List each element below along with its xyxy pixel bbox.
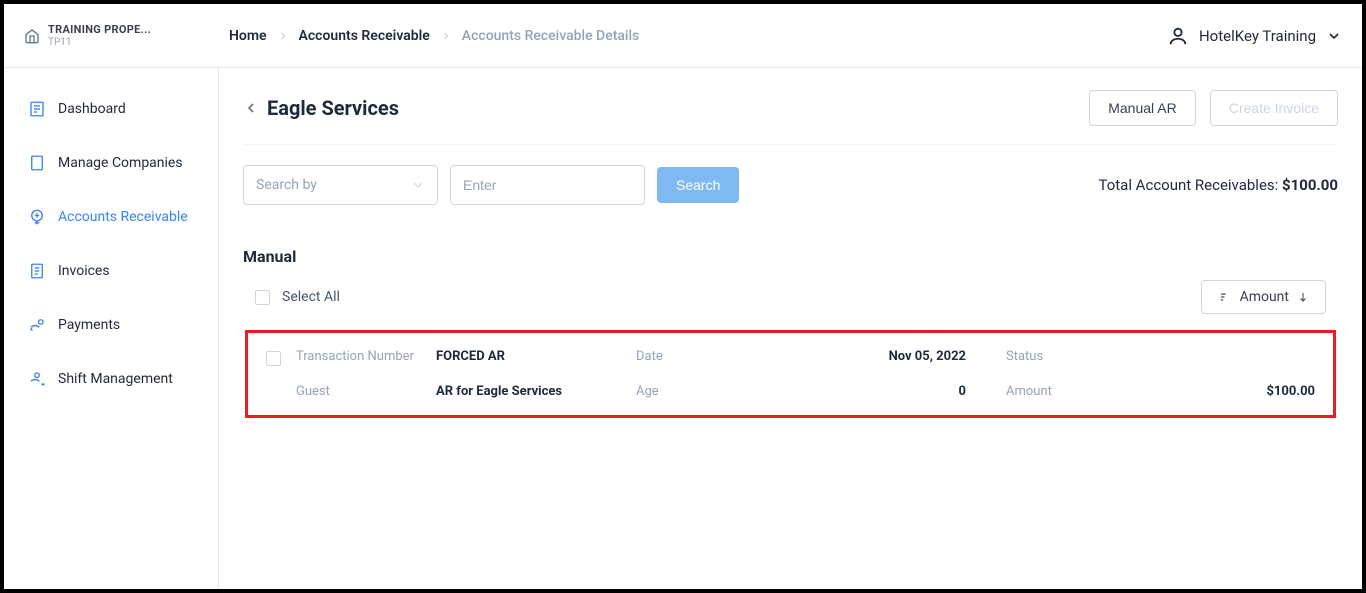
topbar: TRAINING PROPE... TP11 Home Accounts Rec… bbox=[4, 4, 1362, 68]
sidebar: Dashboard Manage Companies Accounts Rece… bbox=[4, 68, 219, 589]
select-all-checkbox[interactable] bbox=[255, 290, 270, 305]
payments-icon bbox=[28, 316, 46, 334]
breadcrumb: Home Accounts Receivable Accounts Receiv… bbox=[229, 28, 1167, 44]
amount-label: Amount bbox=[966, 384, 1046, 399]
crumb-home[interactable]: Home bbox=[229, 28, 267, 44]
sidebar-item-accounts-receivable[interactable]: Accounts Receivable bbox=[4, 190, 218, 244]
age-value: 0 bbox=[746, 384, 966, 399]
sort-label: Amount bbox=[1240, 289, 1289, 305]
search-input[interactable] bbox=[450, 165, 645, 205]
sidebar-item-label: Manage Companies bbox=[58, 155, 183, 171]
arrow-down-icon bbox=[1297, 291, 1309, 303]
manual-ar-button[interactable]: Manual AR bbox=[1089, 90, 1195, 126]
invoice-icon bbox=[28, 262, 46, 280]
record-checkbox[interactable] bbox=[266, 351, 281, 366]
sidebar-item-invoices[interactable]: Invoices bbox=[4, 244, 218, 298]
chevron-down-icon bbox=[411, 178, 425, 192]
sort-button[interactable]: Amount bbox=[1201, 280, 1326, 314]
amount-value: $100.00 bbox=[1046, 384, 1315, 399]
sidebar-item-label: Payments bbox=[58, 317, 120, 333]
sidebar-item-payments[interactable]: Payments bbox=[4, 298, 218, 352]
sidebar-item-manage-companies[interactable]: Manage Companies bbox=[4, 136, 218, 190]
sidebar-item-label: Dashboard bbox=[58, 101, 126, 117]
property-name: TRAINING PROPE... bbox=[48, 23, 151, 36]
main-content: Eagle Services Manual AR Create Invoice … bbox=[219, 68, 1362, 589]
date-value: Nov 05, 2022 bbox=[746, 349, 966, 364]
user-menu[interactable]: HotelKey Training bbox=[1167, 25, 1342, 47]
home-icon bbox=[24, 28, 40, 44]
sidebar-item-dashboard[interactable]: Dashboard bbox=[4, 82, 218, 136]
search-by-placeholder: Search by bbox=[256, 177, 317, 193]
date-label: Date bbox=[636, 349, 746, 364]
txn-value: FORCED AR bbox=[436, 349, 636, 364]
txn-label: Transaction Number bbox=[296, 349, 436, 364]
chevron-right-icon bbox=[440, 30, 452, 42]
sidebar-item-label: Shift Management bbox=[58, 371, 173, 387]
chevron-right-icon bbox=[277, 30, 289, 42]
total-ar-label: Total Account Receivables: bbox=[1098, 176, 1282, 194]
total-ar: Total Account Receivables: $100.00 bbox=[1098, 176, 1338, 194]
building-icon bbox=[28, 154, 46, 172]
crumb-ar[interactable]: Accounts Receivable bbox=[299, 28, 430, 44]
crumb-details: Accounts Receivable Details bbox=[462, 28, 639, 44]
record-card[interactable]: Transaction Number FORCED AR Date Nov 05… bbox=[245, 330, 1336, 418]
page-title: Eagle Services bbox=[267, 96, 399, 120]
sidebar-item-label: Invoices bbox=[58, 263, 110, 279]
select-all-label: Select All bbox=[282, 289, 340, 305]
total-ar-amount: $100.00 bbox=[1282, 176, 1338, 194]
age-label: Age bbox=[636, 384, 746, 399]
money-in-icon bbox=[28, 208, 46, 226]
property-code: TP11 bbox=[48, 37, 151, 48]
search-by-select[interactable]: Search by bbox=[243, 165, 438, 205]
guest-value: AR for Eagle Services bbox=[436, 384, 636, 399]
user-name: HotelKey Training bbox=[1199, 27, 1316, 45]
sidebar-item-shift-management[interactable]: Shift Management bbox=[4, 352, 218, 406]
property-section[interactable]: TRAINING PROPE... TP11 bbox=[24, 23, 229, 48]
chevron-down-icon bbox=[1326, 28, 1342, 44]
shift-icon bbox=[28, 370, 46, 388]
sort-icon bbox=[1218, 290, 1232, 304]
create-invoice-button[interactable]: Create Invoice bbox=[1210, 90, 1338, 126]
section-title: Manual bbox=[243, 247, 1338, 266]
user-icon bbox=[1167, 25, 1189, 47]
back-button[interactable] bbox=[243, 100, 259, 116]
search-button[interactable]: Search bbox=[657, 167, 739, 203]
dashboard-icon bbox=[28, 100, 46, 118]
guest-label: Guest bbox=[296, 384, 436, 399]
sidebar-item-label: Accounts Receivable bbox=[58, 209, 188, 225]
status-label: Status bbox=[966, 349, 1046, 364]
